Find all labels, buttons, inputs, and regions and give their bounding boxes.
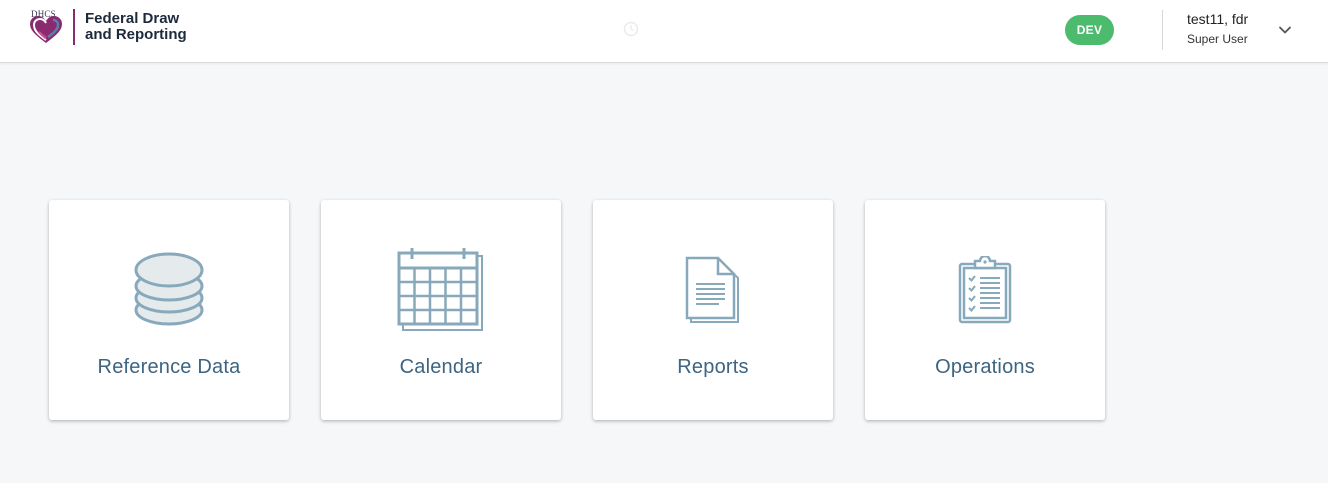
user-name[interactable]: test11, fdr bbox=[1187, 11, 1248, 27]
tile-reports[interactable]: Reports bbox=[593, 200, 833, 420]
tile-calendar[interactable]: Calendar bbox=[321, 200, 561, 420]
tile-label-operations: Operations bbox=[935, 356, 1035, 378]
tile-label-reference-data: Reference Data bbox=[97, 356, 241, 378]
document-icon bbox=[685, 256, 739, 323]
logo-text: DHCS bbox=[31, 9, 56, 19]
user-divider bbox=[1162, 10, 1163, 50]
tile-label-reports: Reports bbox=[677, 356, 749, 378]
loading-spinner-icon bbox=[623, 21, 639, 37]
calendar-icon bbox=[397, 248, 483, 331]
chevron-down-icon[interactable] bbox=[1276, 21, 1294, 39]
tile-label-calendar: Calendar bbox=[399, 356, 483, 378]
tile-reference-data[interactable]: Reference Data bbox=[49, 200, 289, 420]
clipboard-checklist-icon bbox=[958, 256, 1012, 324]
logo-divider bbox=[73, 9, 75, 45]
app-header: DHCS Federal Draw and Reporting DEV test… bbox=[0, 0, 1328, 63]
app-title[interactable]: Federal Draw and Reporting bbox=[85, 11, 187, 43]
database-icon bbox=[134, 252, 204, 326]
tile-operations[interactable]: Operations bbox=[865, 200, 1105, 420]
app-title-line-1: Federal Draw bbox=[85, 10, 180, 27]
app-title-line-2: and Reporting bbox=[85, 26, 187, 43]
user-role: Super User bbox=[1187, 32, 1248, 46]
environment-badge: DEV bbox=[1065, 15, 1114, 45]
